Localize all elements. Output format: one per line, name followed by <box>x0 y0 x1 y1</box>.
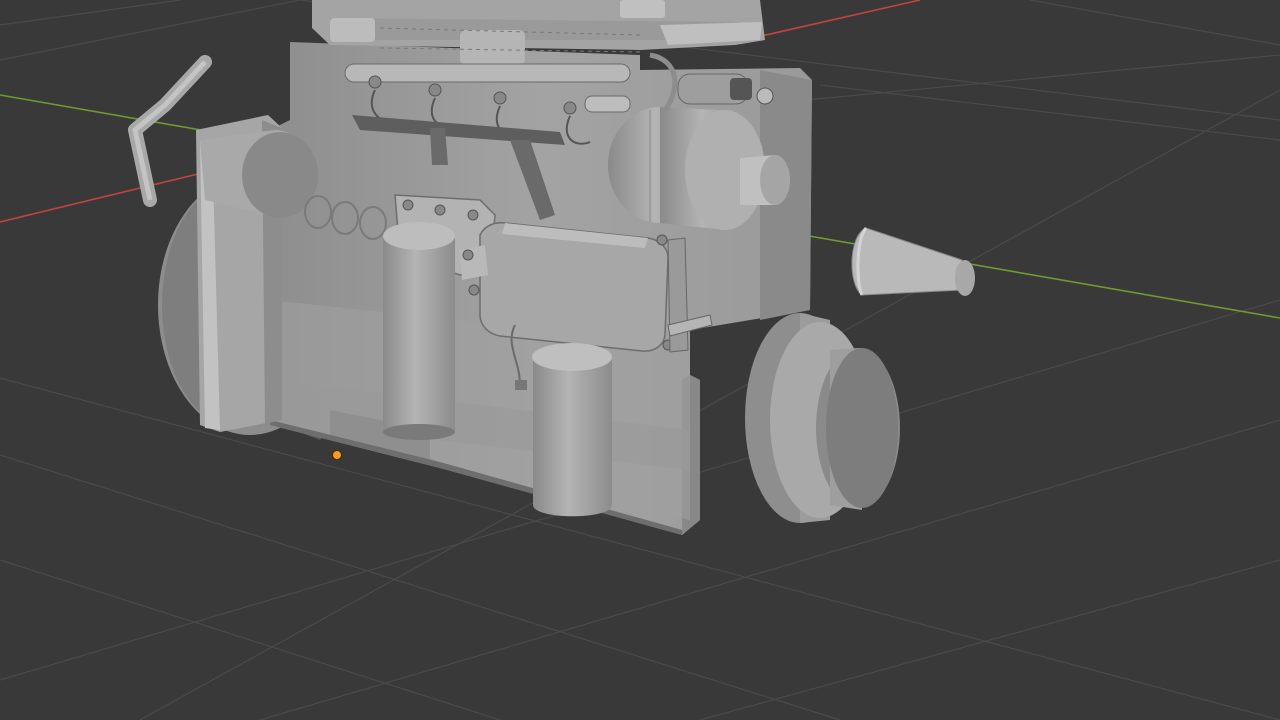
engine-model[interactable] <box>128 0 975 535</box>
oil-filter-1 <box>383 222 455 440</box>
fuel-filter-2 <box>532 343 612 517</box>
nozzle-cone[interactable] <box>851 227 975 296</box>
object-origin-dot[interactable] <box>332 450 342 460</box>
viewport-canvas[interactable] <box>0 0 1280 720</box>
crank-pulley <box>745 313 900 523</box>
3d-viewport[interactable] <box>0 0 1280 720</box>
